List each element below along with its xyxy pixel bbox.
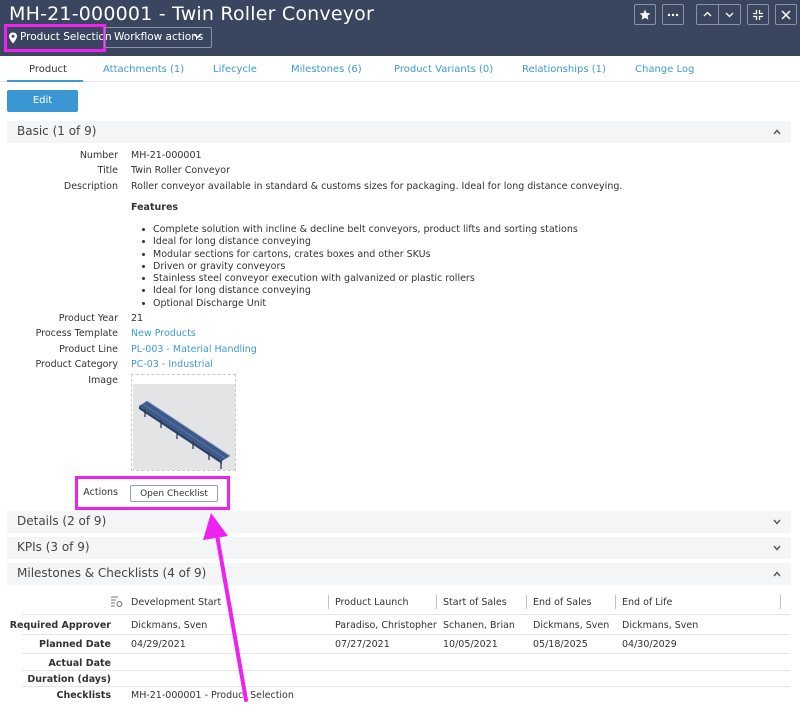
close-button[interactable] bbox=[775, 4, 797, 25]
previous-record-button[interactable] bbox=[697, 5, 719, 24]
active-tab-indicator bbox=[7, 80, 83, 82]
chevron-down-icon bbox=[193, 33, 202, 39]
feature-item: Complete solution with incline & decline… bbox=[140, 224, 578, 236]
table-cell: 10/05/2021 bbox=[443, 639, 498, 650]
more-options-button[interactable] bbox=[662, 4, 684, 25]
product-category-link[interactable]: PC-03 - Industrial bbox=[131, 359, 213, 370]
table-cell: Dickmans, Sven bbox=[131, 620, 208, 631]
row-label: Required Approver bbox=[9, 620, 111, 631]
row-label: Actual Date bbox=[48, 658, 111, 669]
row-divider bbox=[22, 634, 790, 635]
section-kpis-title: KPIs (3 of 9) bbox=[17, 540, 90, 554]
description-label: Description bbox=[63, 181, 118, 192]
process-template-label: Process Template bbox=[35, 328, 118, 339]
table-cell: Dickmans, Sven bbox=[622, 620, 699, 631]
conveyor-graphic bbox=[139, 400, 231, 469]
row-label: Planned Date bbox=[39, 639, 111, 650]
chevron-down-icon bbox=[773, 545, 781, 551]
column-header[interactable]: Product Launch bbox=[335, 597, 409, 608]
row-divider bbox=[22, 670, 790, 671]
tab-lifecycle[interactable]: Lifecycle bbox=[213, 64, 257, 75]
tab-milestones[interactable]: Milestones (6) bbox=[291, 64, 362, 75]
column-header[interactable]: End of Sales bbox=[533, 597, 592, 608]
table-cell: Paradiso, Christopher bbox=[335, 620, 437, 631]
tab-product-variants[interactable]: Product Variants (0) bbox=[394, 64, 493, 75]
checklist-link[interactable]: MH-21-000001 - Product Selection bbox=[131, 690, 294, 701]
row-label: Duration (days) bbox=[27, 674, 111, 685]
description-value: Roller conveyor available in standard & … bbox=[131, 181, 623, 192]
features-heading: Features bbox=[131, 202, 179, 213]
section-basic-title: Basic (1 of 9) bbox=[17, 124, 97, 138]
workflow-actions-label: Workflow actions bbox=[114, 31, 204, 43]
section-basic-header[interactable]: Basic (1 of 9) bbox=[7, 121, 791, 143]
chevron-up-icon bbox=[773, 571, 781, 577]
product-line-label: Product Line bbox=[59, 344, 118, 355]
conveyor-image bbox=[133, 384, 235, 470]
process-template-link[interactable]: New Products bbox=[131, 328, 196, 339]
chevron-down-icon bbox=[773, 519, 781, 525]
column-settings-icon[interactable] bbox=[110, 595, 123, 608]
actions-highlight-box bbox=[75, 476, 230, 510]
section-milestones-title: Milestones & Checklists (4 of 9) bbox=[17, 566, 207, 580]
chevron-down-icon bbox=[725, 12, 733, 18]
column-divider bbox=[436, 595, 437, 609]
tab-relationships[interactable]: Relationships (1) bbox=[522, 64, 606, 75]
bookmark-button[interactable] bbox=[634, 4, 656, 25]
features-list: Complete solution with incline & decline… bbox=[140, 224, 578, 310]
collapse-icon bbox=[753, 9, 763, 20]
context-highlight-box bbox=[4, 24, 106, 52]
product-image[interactable] bbox=[131, 374, 236, 471]
product-category-label: Product Category bbox=[35, 359, 119, 370]
number-value: MH-21-000001 bbox=[131, 150, 202, 161]
product-year-value: 21 bbox=[131, 313, 144, 324]
next-record-button[interactable] bbox=[719, 5, 740, 24]
product-year-label: Product Year bbox=[58, 313, 118, 324]
column-header[interactable]: Start of Sales bbox=[443, 597, 507, 608]
column-header[interactable]: Development Start bbox=[131, 597, 221, 608]
section-milestones-header[interactable]: Milestones & Checklists (4 of 9) bbox=[7, 563, 791, 585]
section-details-header[interactable]: Details (2 of 9) bbox=[7, 511, 791, 533]
table-cell: 07/27/2021 bbox=[335, 639, 390, 650]
table-cell: Dickmans, Sven bbox=[533, 620, 610, 631]
section-details-title: Details (2 of 9) bbox=[17, 514, 107, 528]
tab-change-log[interactable]: Change Log bbox=[635, 64, 694, 75]
star-icon bbox=[639, 9, 651, 20]
tab-product[interactable]: Product bbox=[29, 64, 67, 75]
image-label: Image bbox=[88, 375, 118, 386]
column-divider bbox=[780, 595, 781, 609]
product-line-link[interactable]: PL-003 - Material Handling bbox=[131, 344, 257, 355]
tab-bar: Product Attachments (1) Lifecycle Milest… bbox=[0, 58, 800, 82]
row-divider bbox=[22, 686, 790, 687]
chevron-up-icon bbox=[703, 11, 712, 17]
column-divider bbox=[328, 595, 329, 609]
table-cell: Schanen, Brian bbox=[443, 620, 515, 631]
close-icon bbox=[781, 9, 791, 20]
table-cell: 04/30/2029 bbox=[622, 639, 677, 650]
checklists-label: Checklists bbox=[56, 690, 112, 701]
record-navigation bbox=[696, 4, 741, 25]
row-divider bbox=[22, 653, 790, 654]
title-label: Title bbox=[97, 165, 118, 176]
column-header[interactable]: End of Life bbox=[622, 597, 672, 608]
feature-item: Optional Discharge Unit bbox=[140, 298, 578, 310]
more-icon bbox=[667, 13, 679, 16]
feature-item: Ideal for long distance conveying bbox=[140, 285, 578, 297]
tab-attachments[interactable]: Attachments (1) bbox=[103, 64, 184, 75]
edit-button[interactable]: Edit bbox=[7, 90, 78, 112]
feature-item: Driven or gravity conveyors bbox=[140, 261, 578, 273]
title-value: Twin Roller Conveyor bbox=[131, 165, 230, 176]
chevron-up-icon bbox=[773, 129, 781, 135]
feature-item: Modular sections for cartons, crates box… bbox=[140, 249, 578, 261]
table-cell: 05/18/2025 bbox=[533, 639, 588, 650]
feature-item: Stainless steel conveyor execution with … bbox=[140, 273, 578, 285]
section-kpis-header[interactable]: KPIs (3 of 9) bbox=[7, 537, 791, 559]
number-label: Number bbox=[79, 150, 118, 161]
fullscreen-button[interactable] bbox=[747, 4, 769, 25]
row-divider bbox=[22, 614, 790, 615]
page-title: MH-21-000001 - Twin Roller Conveyor bbox=[9, 3, 375, 25]
feature-item: Ideal for long distance conveying bbox=[140, 236, 578, 248]
column-divider bbox=[615, 595, 616, 609]
column-divider bbox=[526, 595, 527, 609]
table-cell: 04/29/2021 bbox=[131, 639, 186, 650]
